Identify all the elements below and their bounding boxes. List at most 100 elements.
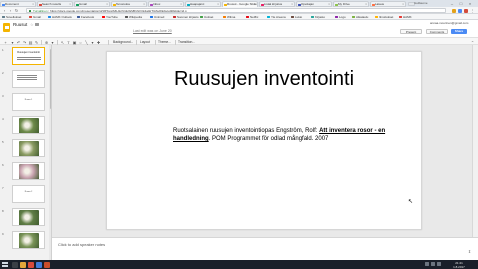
bookmark-label: Gmail bbox=[33, 14, 41, 19]
shape-icon[interactable]: ○ bbox=[78, 40, 83, 45]
expand-icon[interactable]: ⇕ bbox=[467, 249, 472, 254]
bookmark-item[interactable]: Yle Areena bbox=[267, 15, 286, 20]
bookmark-label: Aikataulu bbox=[356, 14, 369, 19]
bookmark-item[interactable]: Wikipedia bbox=[125, 15, 142, 20]
bookmark-item[interactable]: Suomen kirjasto bbox=[173, 15, 199, 20]
slide-body-text[interactable]: Ruotsalainen ruusujen inventointiopas En… bbox=[173, 127, 388, 143]
tab-label: Gmail bbox=[79, 2, 87, 6]
zoom-icon[interactable]: ⊕ bbox=[44, 40, 49, 45]
powerpoint-icon[interactable] bbox=[44, 261, 50, 268]
dropdown-icon[interactable]: ▾ bbox=[10, 40, 15, 45]
comment-icon[interactable]: ✚ bbox=[96, 40, 101, 45]
maximize-icon[interactable]: □ bbox=[457, 1, 465, 6]
image-icon[interactable]: ▣ bbox=[72, 40, 77, 45]
transition-button[interactable]: Transition... bbox=[178, 40, 195, 45]
slide-thumbnail[interactable] bbox=[12, 116, 45, 134]
undo-icon[interactable]: ↶ bbox=[16, 40, 21, 45]
forward-icon[interactable]: › bbox=[8, 8, 13, 13]
document-title[interactable]: Ruusut bbox=[13, 22, 27, 27]
bookmark-item[interactable]: Netflix bbox=[246, 15, 258, 20]
bookmark-item[interactable]: Logo bbox=[335, 15, 346, 20]
zoom-dropdown-icon[interactable]: ▾ bbox=[50, 40, 55, 45]
bookmark-item[interactable]: YouTube bbox=[102, 15, 118, 20]
bookmark-item[interactable]: Gmail bbox=[29, 15, 41, 20]
slide-thumbnail[interactable] bbox=[12, 231, 45, 249]
system-clock[interactable]: 21:41 1.8.2017 bbox=[450, 261, 468, 269]
user-email[interactable]: annaa.mourinen@gmail.com bbox=[430, 21, 468, 26]
line-icon[interactable]: ╲ bbox=[84, 40, 89, 45]
bookmark-item[interactable]: Sovellukset bbox=[2, 15, 21, 20]
speaker-notes[interactable]: Click to add speaker notes ⇕ bbox=[52, 237, 478, 260]
new-slide-icon[interactable]: + bbox=[3, 40, 8, 45]
bookmark-item[interactable]: HAMK bbox=[399, 15, 412, 20]
bookmark-label: YouTube bbox=[106, 14, 118, 19]
slide-title[interactable]: Ruusujen inventointi bbox=[107, 68, 421, 91]
tab-favicon-icon bbox=[2, 3, 5, 6]
line-dropdown-icon[interactable]: ▾ bbox=[90, 40, 95, 45]
bookmark-item[interactable]: Lukio bbox=[291, 15, 302, 20]
bookmark-item[interactable]: HAMK Outlook bbox=[48, 15, 72, 20]
comments-button[interactable]: Comments bbox=[426, 29, 448, 34]
bookmark-star-icon[interactable] bbox=[452, 8, 456, 13]
back-icon[interactable]: ‹ bbox=[2, 8, 7, 13]
bookmark-item[interactable]: Facebook bbox=[77, 15, 94, 20]
browser-menu-icon[interactable]: ⋮ bbox=[470, 8, 475, 13]
tab-favicon-icon bbox=[150, 3, 153, 6]
profile-chip[interactable]: Guillaume bbox=[414, 1, 428, 6]
layout-button[interactable]: Layout bbox=[140, 40, 150, 45]
volume-icon[interactable] bbox=[431, 262, 435, 266]
slide-thumbnail[interactable] bbox=[12, 70, 45, 88]
select-icon[interactable]: ↖ bbox=[60, 40, 65, 45]
bookmark-label: HAMK bbox=[403, 14, 412, 19]
extension-icon[interactable] bbox=[464, 8, 468, 13]
slide-thumbnail[interactable]: Ruusujen inventointi bbox=[12, 47, 45, 65]
close-window-icon[interactable]: × bbox=[466, 1, 474, 6]
background-button[interactable]: Background... bbox=[113, 40, 133, 45]
print-icon[interactable]: ▤ bbox=[28, 40, 33, 45]
minimize-icon[interactable]: – bbox=[448, 1, 456, 6]
slide-thumbnail[interactable]: Ruusu 1 bbox=[12, 93, 45, 111]
present-button[interactable]: Present bbox=[400, 29, 422, 34]
bookmark-label: Suomen kirjasto bbox=[177, 14, 199, 19]
star-icon[interactable]: ☆ bbox=[30, 22, 34, 27]
url-input[interactable]: Turvallinen | https://docs.google.com/pr… bbox=[26, 8, 446, 13]
battery-icon[interactable] bbox=[437, 262, 441, 266]
bookmark-item[interactable]: Unimed bbox=[150, 15, 164, 20]
bookmark-label: Unimed bbox=[154, 14, 165, 19]
slide-thumbnail[interactable] bbox=[12, 208, 45, 226]
word-icon[interactable] bbox=[36, 261, 42, 268]
bookmark-item[interactable]: Aikataulu bbox=[352, 15, 368, 20]
tab-label: Document bbox=[5, 2, 19, 6]
bookmark-favicon-icon bbox=[291, 15, 294, 19]
network-icon[interactable] bbox=[425, 262, 429, 266]
last-edit-link[interactable]: Last edit was on June 20 bbox=[133, 29, 172, 34]
reload-icon[interactable]: ↻ bbox=[14, 8, 19, 13]
start-icon[interactable] bbox=[2, 261, 8, 268]
thumbnail-text-line bbox=[17, 57, 41, 58]
folder-icon[interactable] bbox=[35, 23, 39, 26]
bookmark-favicon-icon bbox=[200, 15, 203, 19]
bookmark-item[interactable]: Ilmoitukset bbox=[375, 15, 393, 20]
thumbnail-text-line bbox=[17, 75, 37, 76]
textbox-icon[interactable]: T bbox=[66, 40, 71, 45]
slide-thumbnail[interactable] bbox=[12, 139, 45, 157]
bookmark-label: HAMK Outlook bbox=[52, 14, 72, 19]
collapse-menu-icon[interactable]: ⌃ bbox=[470, 40, 475, 45]
file-explorer-icon[interactable] bbox=[20, 261, 26, 268]
search-icon[interactable] bbox=[12, 261, 18, 268]
bookmark-item[interactable]: Kirjasto bbox=[311, 15, 325, 20]
current-slide[interactable]: Ruusujen inventointi Ruotsalainen ruusuj… bbox=[106, 51, 422, 230]
paint-format-icon[interactable]: ✎ bbox=[34, 40, 39, 45]
share-button[interactable]: Share bbox=[451, 29, 467, 34]
thumbnail-text-line bbox=[17, 79, 37, 80]
chrome-icon[interactable] bbox=[28, 261, 34, 268]
canvas-scrollbar[interactable] bbox=[472, 45, 478, 237]
slide-thumbnail[interactable] bbox=[12, 162, 45, 180]
bookmark-item[interactable]: Uutiset bbox=[200, 15, 213, 20]
slides-logo-icon[interactable] bbox=[3, 23, 10, 32]
extension-icon[interactable] bbox=[458, 8, 462, 13]
slide-thumbnail[interactable]: Ruusu 2 bbox=[12, 185, 45, 203]
bookmark-item[interactable]: Wilma bbox=[223, 15, 235, 20]
theme-button[interactable]: Theme... bbox=[158, 40, 171, 45]
redo-icon[interactable]: ↷ bbox=[22, 40, 27, 45]
